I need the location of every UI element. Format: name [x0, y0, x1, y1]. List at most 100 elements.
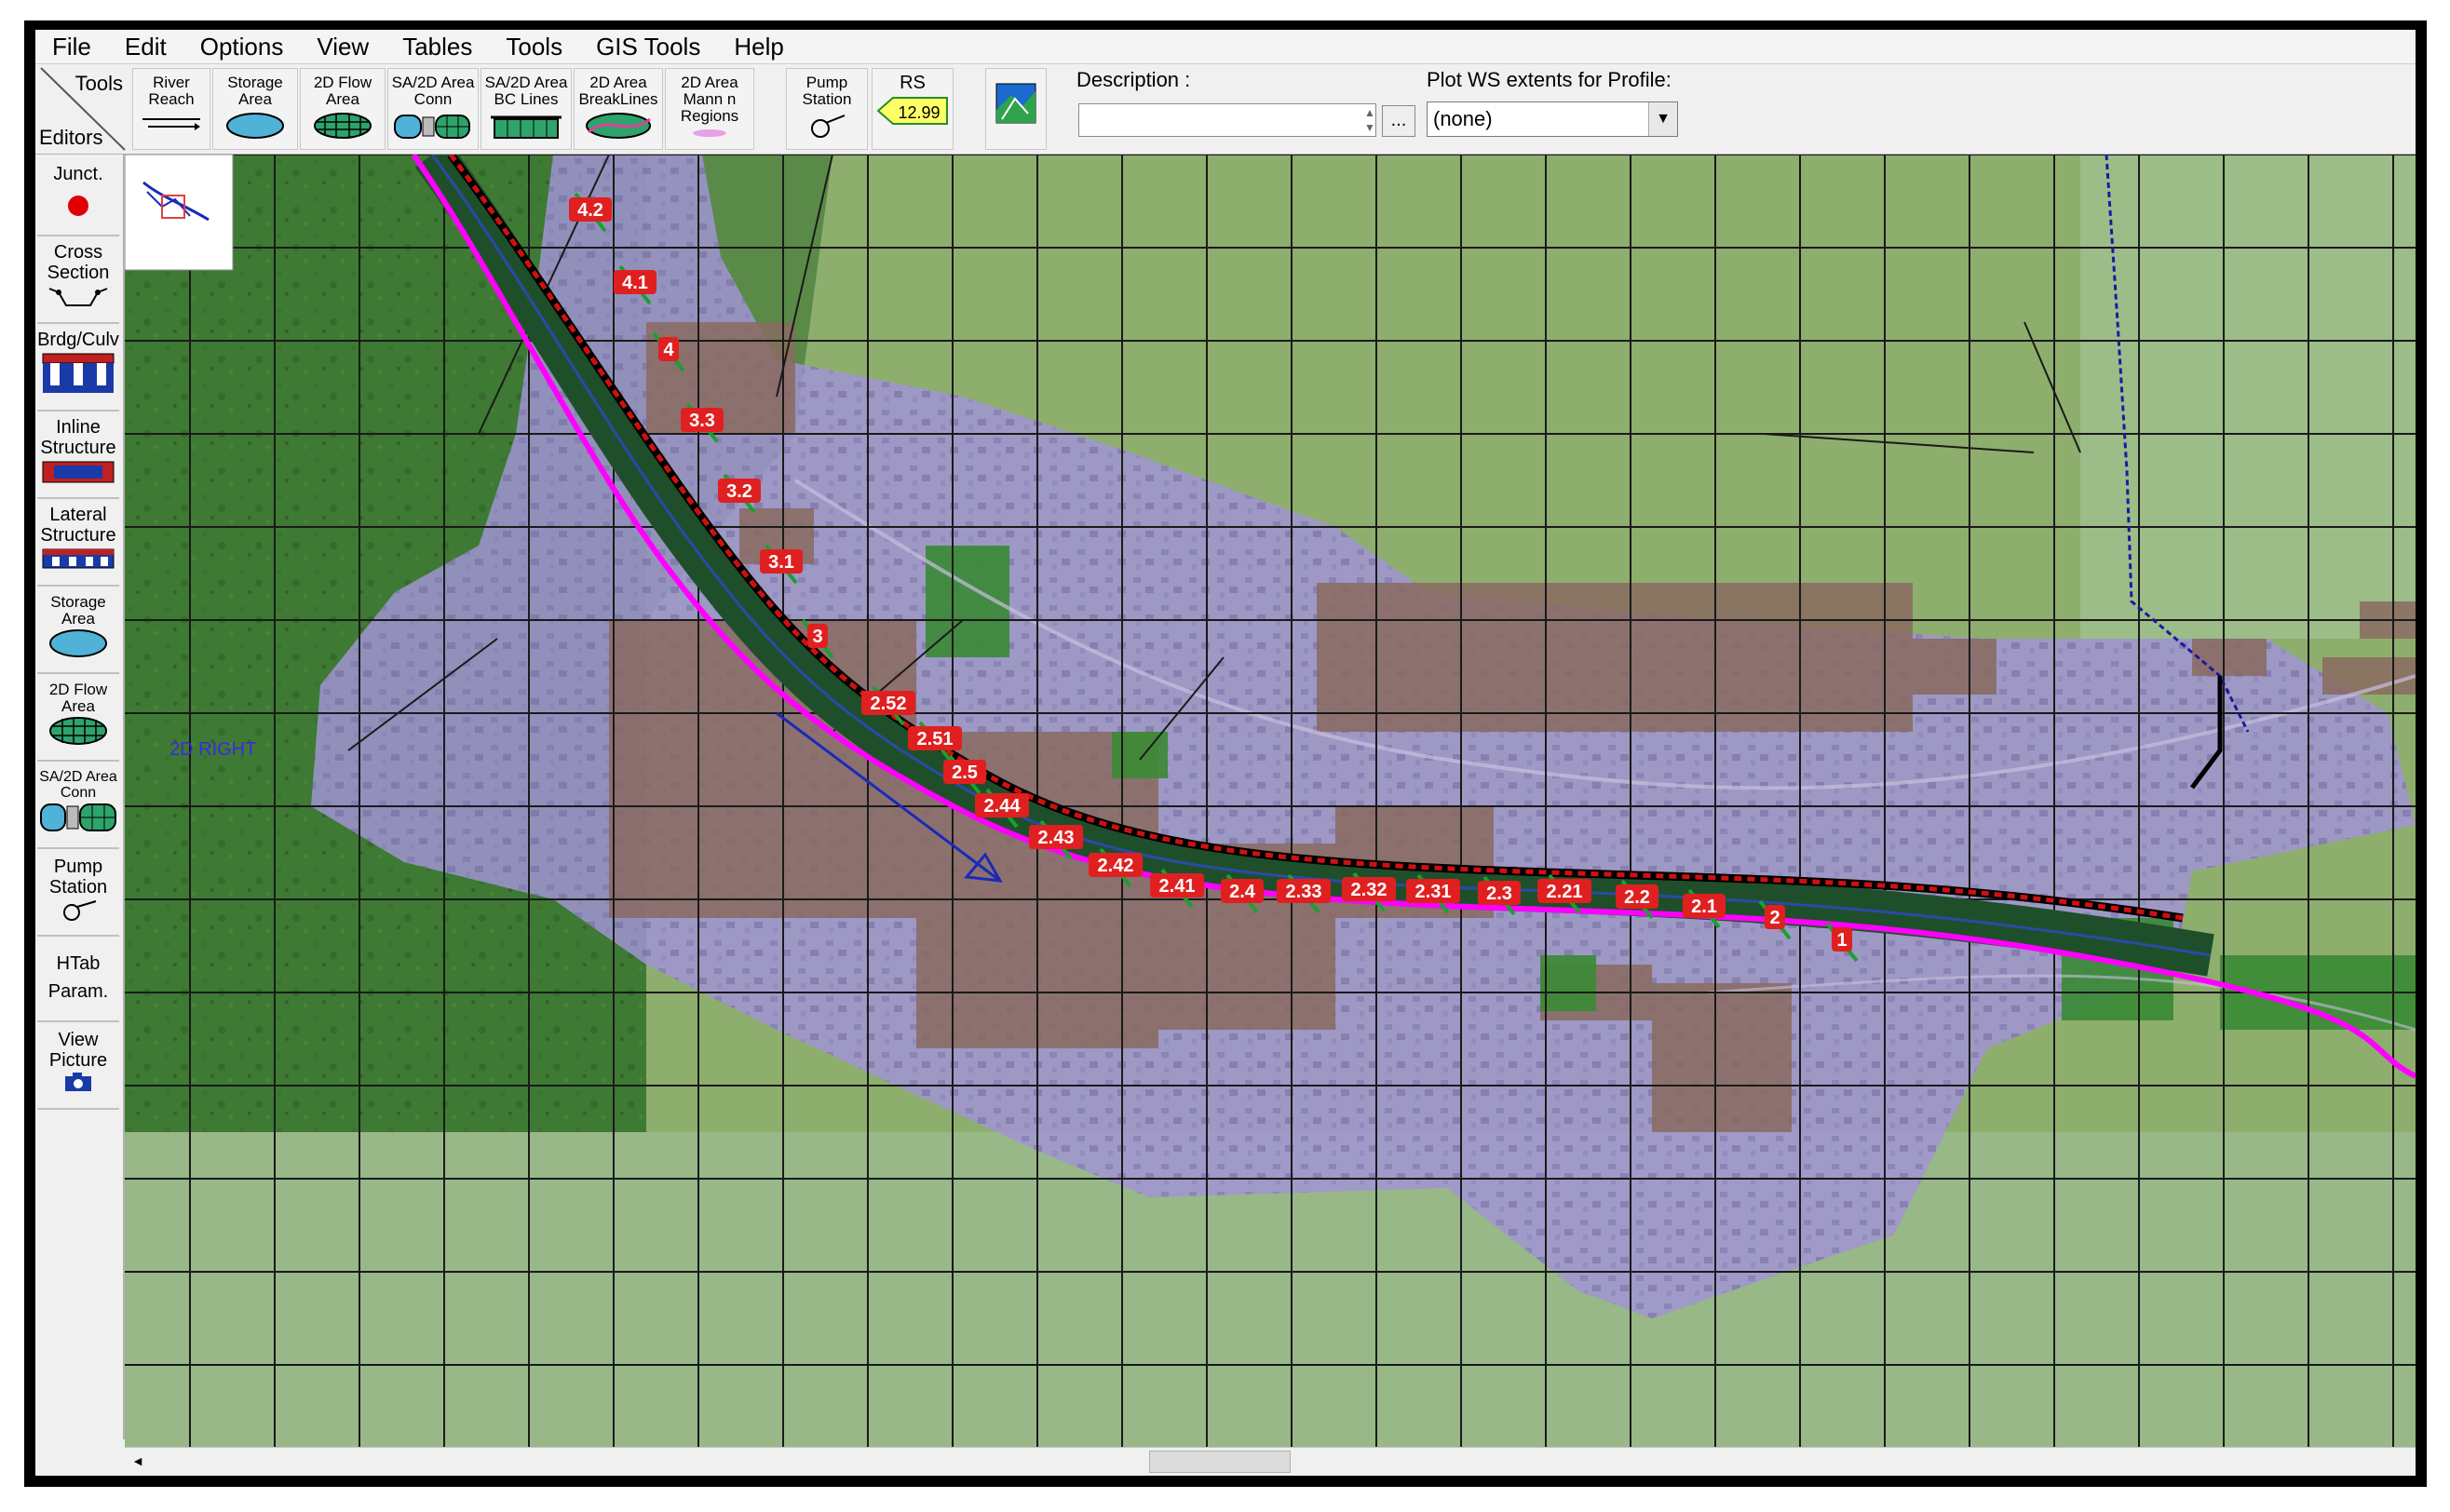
overview-inset[interactable] — [125, 155, 234, 271]
2d-area-mann-n-regions-button[interactable]: 2D Area Mann n Regions — [665, 68, 754, 150]
editor-label: Param. — [47, 981, 109, 1002]
rs-value: 12.99 — [898, 103, 940, 122]
cross-section-label: 2.33 — [1286, 882, 1322, 902]
chevron-down-icon[interactable]: ▼ — [1648, 102, 1677, 136]
menu-tables[interactable]: Tables — [386, 33, 489, 61]
storage-area-icon — [49, 629, 107, 657]
htab-param-editor-button[interactable]: HTab Param. — [37, 937, 119, 1022]
sa-2d-connection-icon — [394, 115, 470, 139]
river-reach-icon — [142, 118, 200, 130]
cross-section-label: 3.1 — [768, 552, 794, 573]
cross-section-label: 3 — [812, 627, 822, 647]
inline-structure-icon — [42, 461, 115, 483]
cross-section-label: 2.2 — [1624, 887, 1650, 908]
editor-label: Picture — [48, 1050, 108, 1071]
button-label: 2D Area — [681, 74, 738, 91]
2d-area-breaklines-button[interactable]: 2D Area BreakLines — [574, 68, 663, 150]
editor-label: Pump — [53, 857, 103, 877]
cross-section-label: 2.32 — [1351, 880, 1387, 900]
button-label: BreakLines — [578, 90, 658, 108]
sa-2d-area-conn-button[interactable]: SA/2D Area Conn — [387, 68, 479, 150]
view-picture-button[interactable]: View Picture — [37, 1022, 119, 1110]
button-label: RS — [900, 73, 926, 93]
scroll-thumb[interactable] — [1149, 1451, 1291, 1473]
menu-help[interactable]: Help — [717, 33, 800, 61]
menu-options[interactable]: Options — [183, 33, 301, 61]
hec-ras-geometry-window: File Edit Options View Tables Tools GIS … — [35, 30, 2416, 1476]
2d-flow-area-editor-button[interactable]: 2D Flow Area — [37, 674, 119, 762]
editor-label: View — [58, 1030, 99, 1050]
cross-section-label: 3.2 — [726, 481, 752, 502]
sa-2d-area-bc-lines-button[interactable]: SA/2D Area BC Lines — [481, 68, 572, 150]
cross-section-label: 4 — [663, 340, 674, 360]
cross-section-label: 1 — [1836, 930, 1847, 951]
lateral-structure-editor-button[interactable]: Lateral Structure — [37, 499, 119, 587]
button-label: 2D Flow — [313, 74, 372, 91]
button-label: Station — [802, 90, 852, 108]
editor-label: Inline — [56, 417, 101, 438]
plot-ws-profile-value: (none) — [1433, 107, 1493, 130]
menu-tools[interactable]: Tools — [489, 33, 579, 61]
button-label: Mann n Regions — [680, 90, 739, 125]
editors-panel: Junct. Cross Section Brdg/Culv Inline St… — [35, 155, 125, 1439]
editor-label: HTab — [56, 953, 101, 974]
geometry-map-view[interactable]: 2D RIGHT 4.2 4.1 4 3.3 3.2 3.1 3 2.52 2.51 2.5 2.4… — [125, 155, 2416, 1447]
editor-label: Structure — [40, 438, 116, 458]
cross-section-label: 2.5 — [952, 763, 978, 783]
sa-2d-area-conn-editor-button[interactable]: SA/2D Area Conn — [37, 762, 119, 849]
editor-label: Station — [48, 877, 108, 898]
button-label: Area — [326, 90, 359, 108]
menu-file[interactable]: File — [35, 33, 108, 61]
lateral-structure-icon — [42, 548, 115, 569]
cross-section-label: 2.41 — [1159, 876, 1196, 897]
background-map-button[interactable] — [985, 68, 1047, 150]
description-label: Description : — [1076, 68, 1191, 91]
bridge-culvert-editor-button[interactable]: Brdg/Culv — [37, 324, 119, 412]
button-label: SA/2D Area — [484, 74, 568, 91]
cross-section-label: 2.4 — [1229, 882, 1256, 902]
inline-structure-editor-button[interactable]: Inline Structure — [37, 412, 119, 499]
description-spin[interactable]: ▲ ▼ — [1361, 105, 1378, 135]
editor-label: Cross — [53, 242, 103, 263]
cross-section-label: 2.3 — [1486, 884, 1512, 904]
2d-mesh-icon — [49, 717, 107, 745]
horizontal-scrollbar[interactable]: ◄ — [125, 1447, 2416, 1474]
storage-area-editor-button[interactable]: Storage Area — [37, 587, 119, 674]
button-label: Reach — [148, 90, 195, 108]
cross-section-editor-button[interactable]: Cross Section — [37, 236, 119, 324]
plot-ws-extents-label: Plot WS extents for Profile: — [1427, 68, 1672, 91]
button-label: Area — [238, 90, 272, 108]
menu-view[interactable]: View — [300, 33, 386, 61]
cross-section-label: 4.1 — [622, 273, 648, 293]
cross-section-label: 2.42 — [1098, 856, 1134, 876]
pump-icon — [811, 115, 846, 138]
button-label: Storage — [227, 74, 283, 91]
description-input[interactable] — [1078, 103, 1376, 137]
tools-editors-corner: Tools Editors — [35, 64, 129, 154]
description-browse-button[interactable]: ... — [1382, 105, 1415, 137]
map-layers-icon — [995, 83, 1036, 124]
mann-n-regions-icon — [693, 129, 726, 137]
rs-button[interactable]: RS 12.99 — [872, 68, 954, 150]
button-label: Pump — [805, 74, 848, 91]
junction-editor-button[interactable]: Junct. — [37, 158, 119, 236]
river-reach-button[interactable]: River Reach — [132, 68, 210, 150]
2d-area-label: 2D RIGHT — [169, 739, 256, 760]
pump-station-editor-button[interactable]: Pump Station — [37, 849, 119, 937]
map-canvas[interactable]: 2D RIGHT 4.2 4.1 4 3.3 3.2 3.1 3 2.52 2.51 2.5 2.4… — [125, 155, 2416, 1447]
plot-ws-profile-select[interactable]: (none) ▼ — [1427, 101, 1678, 137]
rs-tag-icon: 12.99 — [876, 97, 948, 125]
cross-section-label: 2 — [1769, 908, 1780, 928]
button-label: BC Lines — [494, 90, 559, 108]
scroll-left-icon[interactable]: ◄ — [129, 1451, 147, 1470]
pump-station-button[interactable]: Pump Station — [786, 68, 868, 150]
storage-area-button[interactable]: Storage Area — [212, 68, 298, 150]
2d-flow-area-button[interactable]: 2D Flow Area — [300, 68, 386, 150]
menu-gis-tools[interactable]: GIS Tools — [579, 33, 717, 61]
tools-label: Tools — [74, 72, 123, 95]
pump-icon — [63, 900, 97, 921]
editors-label: Editors — [39, 126, 103, 149]
menu-edit[interactable]: Edit — [108, 33, 183, 61]
editor-label: Storage — [50, 593, 106, 611]
editor-label: 2D Flow — [48, 681, 108, 698]
